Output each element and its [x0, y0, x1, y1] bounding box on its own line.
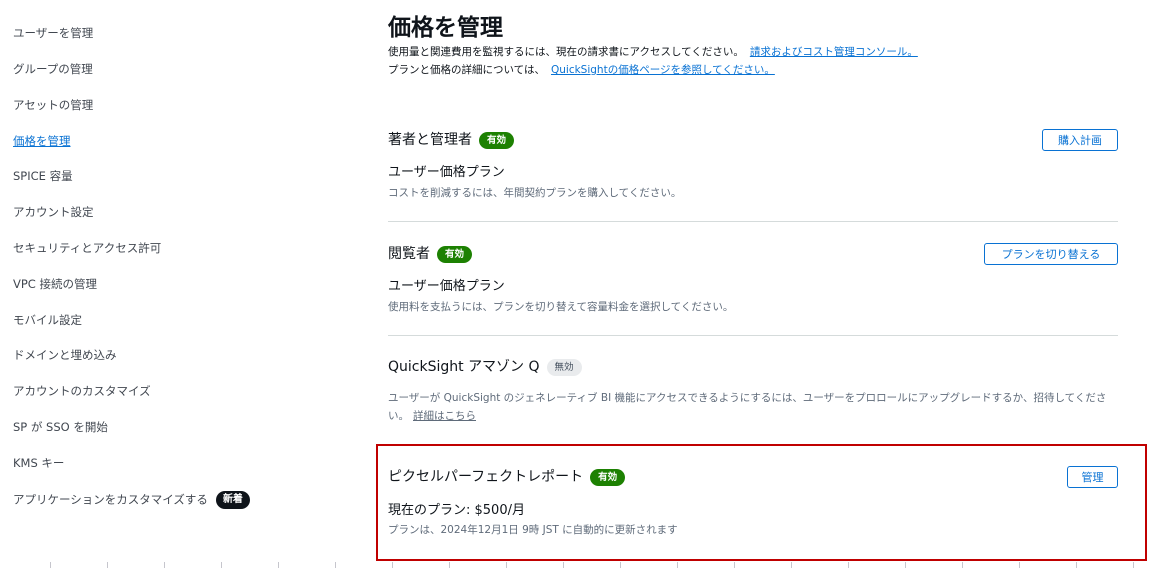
- pricing-description: プランと価格の詳細については、 QuickSightの価格ページを参照してください…: [388, 63, 775, 77]
- bottom-ruler: [0, 562, 1154, 568]
- sidebar-item-security-permissions[interactable]: セキュリティとアクセス許可: [13, 240, 161, 256]
- readers-plan-note: 使用料を支払うには、プランを切り替えて容量料金を選択してください。: [388, 301, 734, 313]
- pricing-page-link[interactable]: QuickSightの価格ページを参照してください。: [551, 64, 775, 76]
- pixel-perfect-section-title: ピクセルパーフェクトレポート 有効: [388, 467, 626, 487]
- sidebar-item-manage-users[interactable]: ユーザーを管理: [13, 25, 93, 41]
- sidebar-item-mobile-settings[interactable]: モバイル設定: [13, 312, 82, 328]
- readers-plan-name: ユーザー価格プラン: [388, 279, 505, 294]
- status-badge: 有効: [590, 468, 626, 486]
- page-title: 価格を管理: [388, 15, 503, 41]
- amazon-q-description-text: ユーザーが QuickSight のジェネレーティブ BI 機能にアクセスできる…: [388, 392, 1107, 422]
- authors-title-text: 著者と管理者: [388, 132, 472, 148]
- sidebar-item-account-settings[interactable]: アカウント設定: [13, 204, 94, 220]
- authors-plan-note: コストを削減するには、年間契約プランを購入してください。: [388, 187, 682, 199]
- status-badge: 無効: [546, 358, 582, 376]
- manage-button[interactable]: 管理: [1067, 466, 1118, 488]
- pixel-perfect-renewal-note: プランは、2024年12月1日 9時 JST に自動的に更新されます: [388, 524, 678, 536]
- pricing-description-text: プランと価格の詳細については、: [388, 64, 545, 76]
- sidebar-item-manage-pricing[interactable]: 価格を管理: [13, 133, 71, 149]
- sidebar-item-manage-groups[interactable]: グループの管理: [13, 61, 93, 77]
- sidebar-item-domains-embedding[interactable]: ドメインと埋め込み: [13, 347, 117, 363]
- billing-description-text: 使用量と関連費用を監視するには、現在の請求書にアクセスしてください。: [388, 46, 744, 58]
- status-badge: 有効: [437, 245, 473, 263]
- sidebar-item-sp-initiated-sso[interactable]: SP が SSO を開始: [13, 419, 108, 435]
- amazon-q-title-text: QuickSight アマゾン Q: [388, 359, 540, 375]
- learn-more-link[interactable]: 詳細はこちら: [413, 410, 476, 422]
- status-badge: 有効: [479, 131, 515, 149]
- new-badge: 新着: [215, 491, 250, 509]
- sidebar-item-label: アプリケーションをカスタマイズする: [13, 492, 208, 507]
- sidebar-item-spice-capacity[interactable]: SPICE 容量: [13, 168, 73, 184]
- readers-section-title: 閲覧者 有効: [388, 244, 473, 264]
- billing-description: 使用量と関連費用を監視するには、現在の請求書にアクセスしてください。 請求およびコ…: [388, 45, 918, 59]
- pixel-perfect-title-text: ピクセルパーフェクトレポート: [388, 469, 584, 485]
- amazon-q-description: ユーザーが QuickSight のジェネレーティブ BI 機能にアクセスできる…: [388, 389, 1123, 425]
- sidebar-item-customize-application[interactable]: アプリケーションをカスタマイズする 新着: [13, 491, 250, 509]
- billing-console-link[interactable]: 請求およびコスト管理コンソール。: [750, 46, 918, 58]
- sidebar-item-kms-keys[interactable]: KMS キー: [13, 455, 64, 471]
- switch-plan-button[interactable]: プランを切り替える: [984, 243, 1118, 265]
- authors-plan-name: ユーザー価格プラン: [388, 165, 505, 180]
- section-divider: [388, 335, 1118, 336]
- sidebar-item-account-customization[interactable]: アカウントのカスタマイズ: [13, 383, 151, 399]
- amazon-q-section-title: QuickSight アマゾン Q 無効: [388, 357, 582, 377]
- pixel-perfect-current-plan: 現在のプラン: $500/月: [388, 503, 525, 518]
- purchase-plan-button[interactable]: 購入計画: [1042, 129, 1118, 151]
- sidebar-nav: ユーザーを管理 グループの管理 アセットの管理 価格を管理 SPICE 容量 ア…: [0, 0, 350, 568]
- authors-section-title: 著者と管理者 有効: [388, 130, 515, 150]
- sidebar-item-vpc-connections[interactable]: VPC 接続の管理: [13, 276, 97, 292]
- readers-title-text: 閲覧者: [388, 246, 430, 262]
- sidebar-item-manage-assets[interactable]: アセットの管理: [13, 97, 93, 113]
- section-divider: [388, 221, 1118, 222]
